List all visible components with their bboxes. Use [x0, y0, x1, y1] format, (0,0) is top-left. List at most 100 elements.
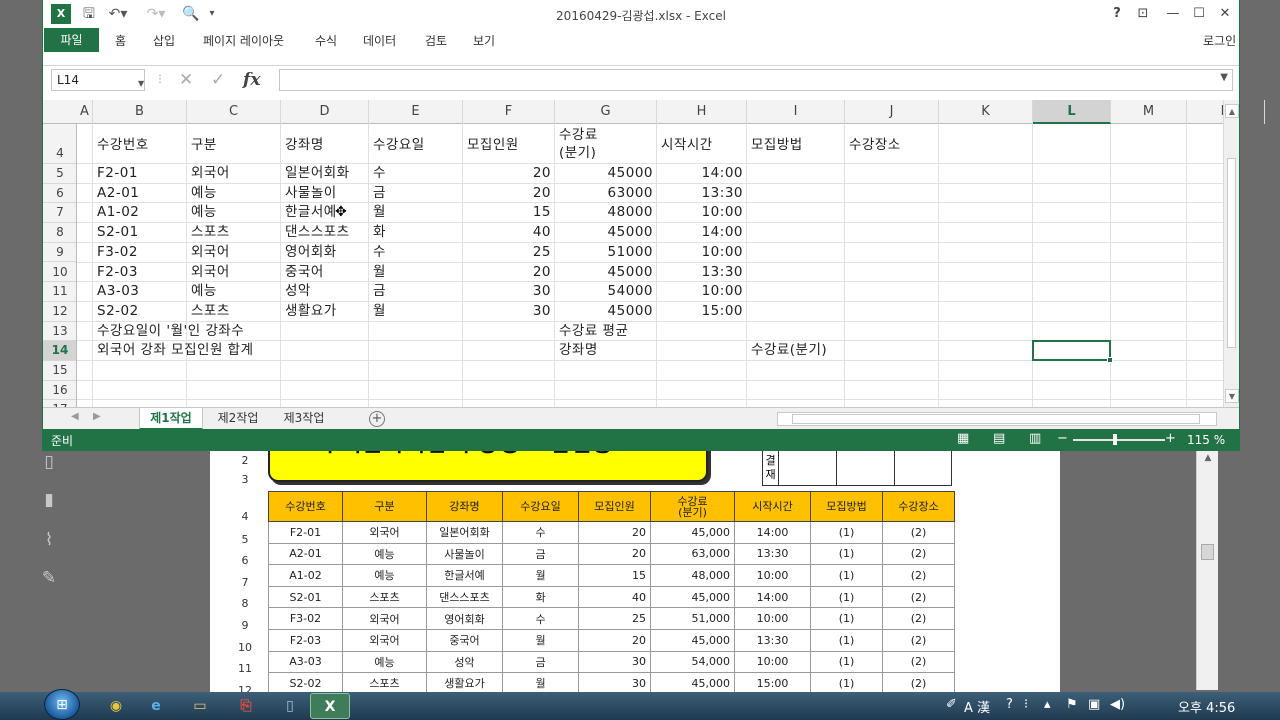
pages-icon[interactable]: ▯ [38, 450, 60, 474]
row-header-14[interactable]: 14 [43, 341, 76, 361]
horizontal-scroll-thumb[interactable] [792, 414, 1200, 424]
windows-start-icon[interactable]: ⊞ [44, 689, 80, 720]
document-icon[interactable]: ▯ [270, 693, 310, 719]
column-header-c[interactable]: C [187, 100, 281, 124]
flag-icon[interactable]: ⚑ [1066, 697, 1078, 712]
signature-icon[interactable]: ✎ [38, 566, 60, 590]
zoom-out-icon[interactable]: − [1057, 431, 1068, 446]
tab-file[interactable]: 파일 [44, 28, 99, 52]
scroll-down-icon[interactable]: ▼ [1225, 389, 1239, 403]
tab-formulas[interactable]: 수식 [315, 30, 337, 52]
page-layout-view-icon[interactable]: ▤ [993, 431, 1005, 446]
add-sheet-button[interactable]: + [369, 411, 385, 427]
show-hidden-icons[interactable]: ▴ [1044, 697, 1051, 712]
cancel-icon[interactable]: ✕ [179, 70, 193, 90]
column-header-l[interactable]: L [1033, 100, 1111, 124]
insert-function-icon[interactable]: fx [243, 70, 260, 90]
zoom-slider[interactable] [1073, 439, 1165, 441]
row-header-10[interactable]: 10 [43, 263, 76, 283]
tab-page-layout[interactable]: 페이지 레이아웃 [203, 30, 284, 52]
network-icon[interactable]: ▣ [1088, 697, 1100, 712]
scroll-up-icon[interactable]: ▲ [1225, 104, 1239, 118]
enter-icon[interactable]: ✓ [211, 70, 225, 90]
column-header-m[interactable]: M [1111, 100, 1187, 124]
sheet-tab-2[interactable]: 제2작업 [207, 408, 269, 430]
row-header-11[interactable]: 11 [43, 282, 76, 302]
pdf-table-cell: 20 [578, 542, 651, 566]
pdf-icon[interactable]: ⎘ [226, 693, 266, 719]
cell-g8: 45000 [607, 224, 653, 241]
gridline [368, 124, 369, 407]
formula-input[interactable]: ▼ [279, 69, 1233, 91]
zoom-slider-knob[interactable] [1113, 434, 1117, 445]
column-header-d[interactable]: D [281, 100, 369, 124]
chevron-down-icon[interactable]: ▼ [1220, 72, 1228, 83]
row-header-13[interactable]: 13 [43, 322, 76, 342]
sheet-tab-1[interactable]: 제1작업 [139, 408, 203, 430]
horizontal-scrollbar[interactable] [777, 412, 1217, 426]
sign-in-link[interactable]: 로그인 [1203, 30, 1236, 52]
normal-view-icon[interactable]: ▦ [957, 431, 969, 446]
clock[interactable]: 오후 4:56 [1178, 697, 1235, 716]
column-header-j[interactable]: J [845, 100, 939, 124]
row-header-12[interactable]: 12 [43, 302, 76, 322]
column-header-i[interactable]: I [747, 100, 845, 124]
column-header-a[interactable]: A [77, 100, 93, 124]
column-header-k[interactable]: K [939, 100, 1033, 124]
row-header-5[interactable]: 5 [43, 164, 76, 184]
minimize-button[interactable]: — [1161, 4, 1185, 24]
volume-icon[interactable]: ◀) [1110, 697, 1125, 712]
vertical-scrollbar[interactable]: ▲ ▼ [1223, 100, 1239, 407]
ribbon-display-icon[interactable]: ⊡ [1131, 4, 1155, 24]
ime-settings-icon[interactable]: ⁝ [1024, 697, 1028, 712]
column-header-g[interactable]: G [555, 100, 657, 124]
column-header-f[interactable]: F [463, 100, 555, 124]
help-icon[interactable]: ? [1006, 697, 1013, 712]
tab-data[interactable]: 데이터 [363, 30, 396, 52]
next-sheet-icon[interactable]: ▶ [93, 411, 101, 422]
help-button[interactable]: ? [1105, 4, 1129, 24]
scroll-up-icon[interactable]: ▲ [1197, 450, 1219, 466]
ie-icon[interactable]: e [136, 693, 176, 719]
restore-button[interactable]: ☐ [1187, 4, 1211, 24]
chevron-down-icon[interactable]: ▼ [138, 74, 144, 94]
folder-icon[interactable]: ▭ [180, 693, 220, 719]
ime-indicator[interactable]: A 漢 [964, 697, 990, 716]
close-button[interactable]: ✕ [1213, 4, 1237, 24]
vertical-scroll-thumb[interactable] [1227, 158, 1236, 348]
tab-insert[interactable]: 삽입 [153, 30, 175, 52]
zoom-in-icon[interactable]: + [1165, 431, 1176, 446]
row-header-16[interactable]: 16 [43, 381, 76, 401]
column-header-b[interactable]: B [93, 100, 187, 124]
row-header-17[interactable]: 17 [43, 400, 76, 407]
pdf-scroll-thumb[interactable] [1201, 544, 1214, 560]
column-header-e[interactable]: E [369, 100, 463, 124]
pdf-column-header: 모집방법 [810, 491, 883, 522]
pen-icon[interactable]: ✐ [946, 697, 957, 712]
fill-handle[interactable] [1107, 357, 1113, 363]
tab-review[interactable]: 검토 [425, 30, 447, 52]
row-header-9[interactable]: 9 [43, 243, 76, 263]
tab-view[interactable]: 보기 [473, 30, 495, 52]
worksheet-grid[interactable]: 수강번호 구분 강좌명 수강요일 모집인원 수강료 (분기) 시작시간 모집방법 수강장소 F2-0… [77, 124, 1223, 407]
attachment-icon[interactable]: ⌇ [38, 528, 60, 552]
zoom-level[interactable]: 115 % [1187, 433, 1225, 447]
cell-f6: 20 [532, 184, 551, 201]
row-header-8[interactable]: 8 [43, 223, 76, 243]
chrome-icon[interactable]: ◉ [96, 693, 136, 719]
pdf-scrollbar[interactable]: ▲ [1196, 450, 1218, 690]
prev-sheet-icon[interactable]: ◀ [71, 411, 79, 422]
row-header-6[interactable]: 6 [43, 184, 76, 204]
row-header-7[interactable]: 7 [43, 203, 76, 224]
bookmark-icon[interactable]: ▮ [38, 488, 60, 512]
pdf-table-row: S2-01 스포츠 댄스스포츠 화 40 45,000 14:00 (1) (2) [268, 585, 955, 609]
page-break-view-icon[interactable]: ▥ [1029, 431, 1041, 446]
row-header-4[interactable]: 4 [43, 124, 76, 164]
active-cell[interactable] [1032, 340, 1111, 361]
excel-icon[interactable]: X [310, 693, 350, 719]
row-header-15[interactable]: 15 [43, 361, 76, 381]
tab-home[interactable]: 홈 [115, 30, 126, 52]
sheet-tab-3[interactable]: 제3작업 [273, 408, 335, 430]
column-header-h[interactable]: H [657, 100, 747, 124]
name-box[interactable]: L14 ▼ [51, 69, 145, 91]
